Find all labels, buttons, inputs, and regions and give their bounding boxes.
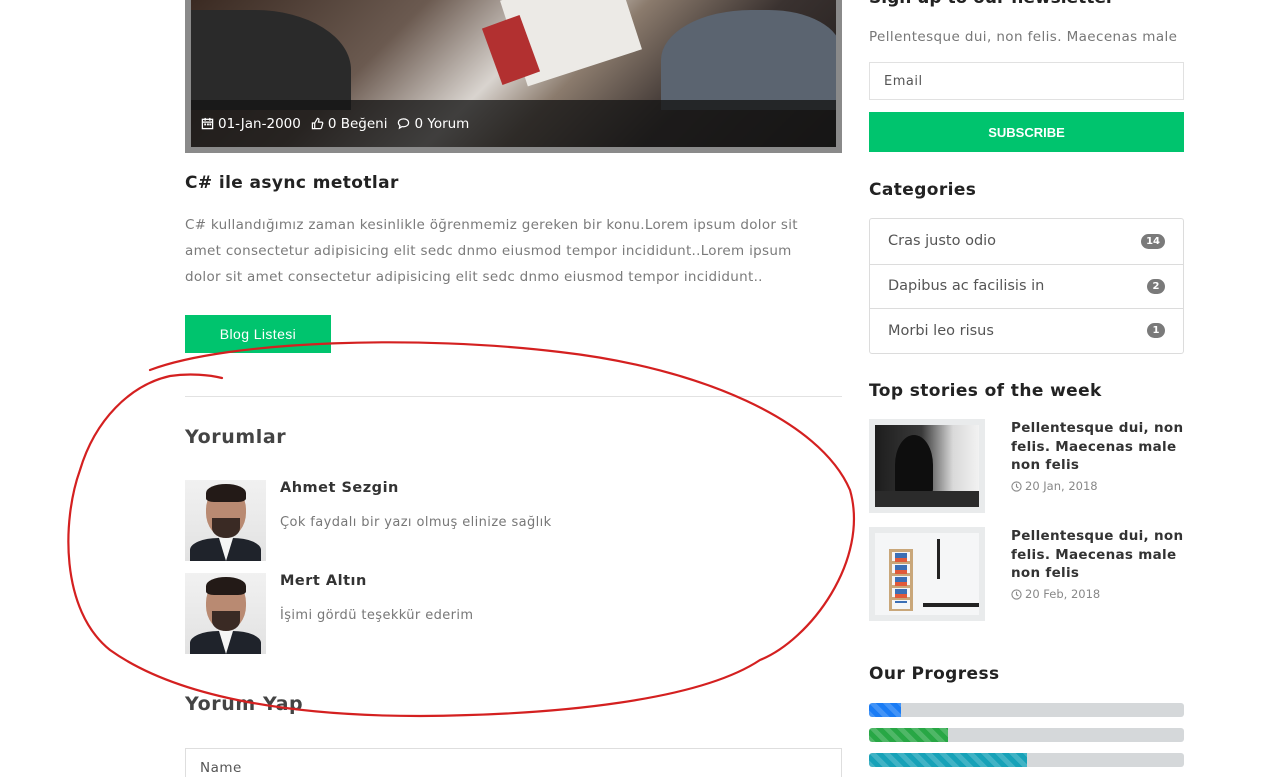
category-item[interactable]: Cras justo odio 14 bbox=[870, 219, 1183, 264]
avatar bbox=[185, 480, 266, 561]
post-comment-count[interactable]: 0 Yorum bbox=[397, 116, 469, 132]
subscribe-button[interactable]: SUBSCRIBE bbox=[869, 112, 1184, 152]
category-label: Cras justo odio bbox=[888, 233, 997, 250]
comment-item: Mert Altın İşimi gördü teşekkür ederim bbox=[185, 573, 825, 655]
calendar-icon bbox=[201, 117, 214, 130]
post-likes[interactable]: 0 Beğeni bbox=[311, 116, 387, 132]
count-badge: 2 bbox=[1147, 278, 1165, 294]
progress-fill bbox=[869, 753, 1027, 767]
comment-item: Ahmet Sezgin Çok faydalı bir yazı olmuş … bbox=[185, 480, 825, 562]
count-badge: 1 bbox=[1147, 323, 1165, 339]
post-date: 01-Jan-2000 bbox=[201, 116, 301, 132]
blog-list-button[interactable]: Blog Listesi bbox=[185, 315, 331, 353]
comments-title: Yorumlar bbox=[185, 426, 287, 448]
comment-text: İşimi gördü teşekkür ederim bbox=[280, 608, 474, 623]
category-label: Morbi leo risus bbox=[888, 322, 994, 339]
comment-icon bbox=[398, 118, 410, 130]
story-date: 20 Jan, 2018 bbox=[1011, 479, 1098, 493]
story-title[interactable]: Pellentesque dui, non felis. Maecenas ma… bbox=[1011, 527, 1184, 583]
avatar bbox=[185, 573, 266, 654]
name-input[interactable] bbox=[185, 748, 842, 777]
category-item[interactable]: Morbi leo risus 1 bbox=[870, 308, 1183, 353]
progress-fill bbox=[869, 703, 901, 717]
newsletter-text: Pellentesque dui, non felis. Maecenas ma… bbox=[869, 29, 1178, 45]
story-item[interactable]: Pellentesque dui, non felis. Maecenas ma… bbox=[869, 419, 1184, 513]
progress-bar bbox=[869, 753, 1184, 767]
post-featured-image: 01-Jan-2000 0 Beğeni 0 Yorum bbox=[185, 0, 842, 153]
newsletter-title: Sign up to our newsletter bbox=[869, 0, 1114, 8]
category-item[interactable]: Dapibus ac facilisis in 2 bbox=[870, 263, 1183, 309]
post-meta-bar: 01-Jan-2000 0 Beğeni 0 Yorum bbox=[191, 100, 836, 147]
post-body: C# kullandığımız zaman kesinlikle öğrenm… bbox=[185, 217, 798, 285]
section-divider bbox=[185, 396, 842, 397]
progress-title: Our Progress bbox=[869, 664, 1000, 684]
reply-title: Yorum Yap bbox=[185, 693, 304, 715]
comment-text: Çok faydalı bir yazı olmuş elinize sağlı… bbox=[280, 515, 552, 530]
post-title: C# ile async metotlar bbox=[185, 173, 399, 193]
email-input[interactable] bbox=[869, 62, 1184, 100]
category-label: Dapibus ac facilisis in bbox=[888, 278, 1045, 295]
story-date: 20 Feb, 2018 bbox=[1011, 587, 1100, 601]
top-stories-title: Top stories of the week bbox=[869, 381, 1102, 401]
clock-icon bbox=[1011, 480, 1022, 492]
progress-bar bbox=[869, 703, 1184, 717]
categories-list: Cras justo odio 14 Dapibus ac facilisis … bbox=[869, 218, 1184, 354]
post-image: 01-Jan-2000 0 Beğeni 0 Yorum bbox=[191, 0, 836, 147]
story-item[interactable]: Pellentesque dui, non felis. Maecenas ma… bbox=[869, 527, 1184, 621]
comment-author: Mert Altın bbox=[280, 573, 367, 589]
story-title[interactable]: Pellentesque dui, non felis. Maecenas ma… bbox=[1011, 419, 1184, 475]
progress-fill bbox=[869, 728, 948, 742]
count-badge: 14 bbox=[1141, 233, 1165, 249]
clock-icon bbox=[1011, 588, 1022, 600]
categories-title: Categories bbox=[869, 180, 977, 200]
thumbs-up-icon bbox=[311, 117, 324, 130]
progress-bar bbox=[869, 728, 1184, 742]
story-thumbnail[interactable] bbox=[869, 419, 985, 513]
comment-author: Ahmet Sezgin bbox=[280, 480, 399, 496]
story-thumbnail[interactable] bbox=[869, 527, 985, 621]
